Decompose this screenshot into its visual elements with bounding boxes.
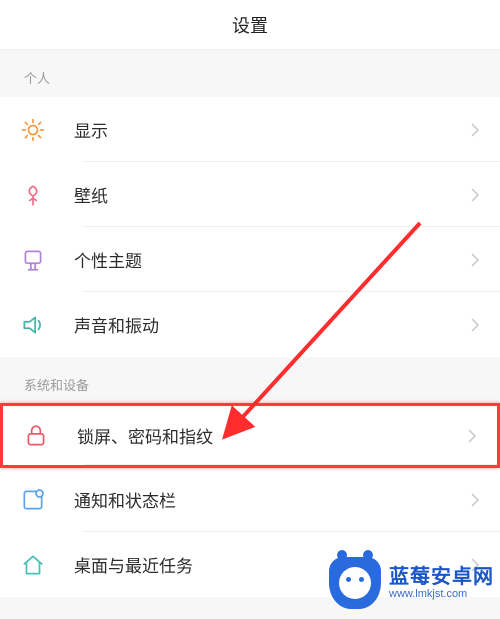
section-label-personal: 个人 [0, 50, 500, 97]
sound-icon [20, 312, 74, 338]
list-personal: 显示 壁纸 个性主题 [0, 97, 500, 357]
item-label: 锁屏、密码和指纹 [77, 423, 467, 448]
section-label-system: 系统和设备 [0, 357, 500, 404]
home-icon [20, 552, 74, 578]
page-title: 设置 [232, 12, 268, 38]
notification-icon [20, 487, 74, 513]
lock-icon [23, 423, 77, 449]
settings-item-sound[interactable]: 声音和振动 [0, 292, 500, 357]
settings-item-theme[interactable]: 个性主题 [0, 227, 500, 292]
header: 设置 [0, 0, 500, 50]
chevron-right-icon [470, 252, 480, 268]
watermark-text: 蓝莓安卓网 www.lmkjst.com [389, 566, 494, 600]
settings-item-lockscreen[interactable]: 锁屏、密码和指纹 [0, 403, 500, 468]
sun-icon [20, 117, 74, 143]
item-label: 显示 [74, 117, 470, 142]
chevron-right-icon [470, 317, 480, 333]
watermark: 蓝莓安卓网 www.lmkjst.com [329, 557, 494, 609]
item-label: 通知和状态栏 [74, 487, 470, 512]
wallpaper-icon [20, 182, 74, 208]
settings-item-wallpaper[interactable]: 壁纸 [0, 162, 500, 227]
chevron-right-icon [467, 428, 477, 444]
chevron-right-icon [470, 187, 480, 203]
chevron-right-icon [470, 492, 480, 508]
chevron-right-icon [470, 122, 480, 138]
settings-item-display[interactable]: 显示 [0, 97, 500, 162]
item-label: 声音和振动 [74, 312, 470, 337]
theme-icon [20, 247, 74, 273]
item-label: 个性主题 [74, 247, 470, 272]
watermark-logo-icon [329, 557, 381, 609]
settings-item-notifications[interactable]: 通知和状态栏 [0, 467, 500, 532]
item-label: 壁纸 [74, 182, 470, 207]
